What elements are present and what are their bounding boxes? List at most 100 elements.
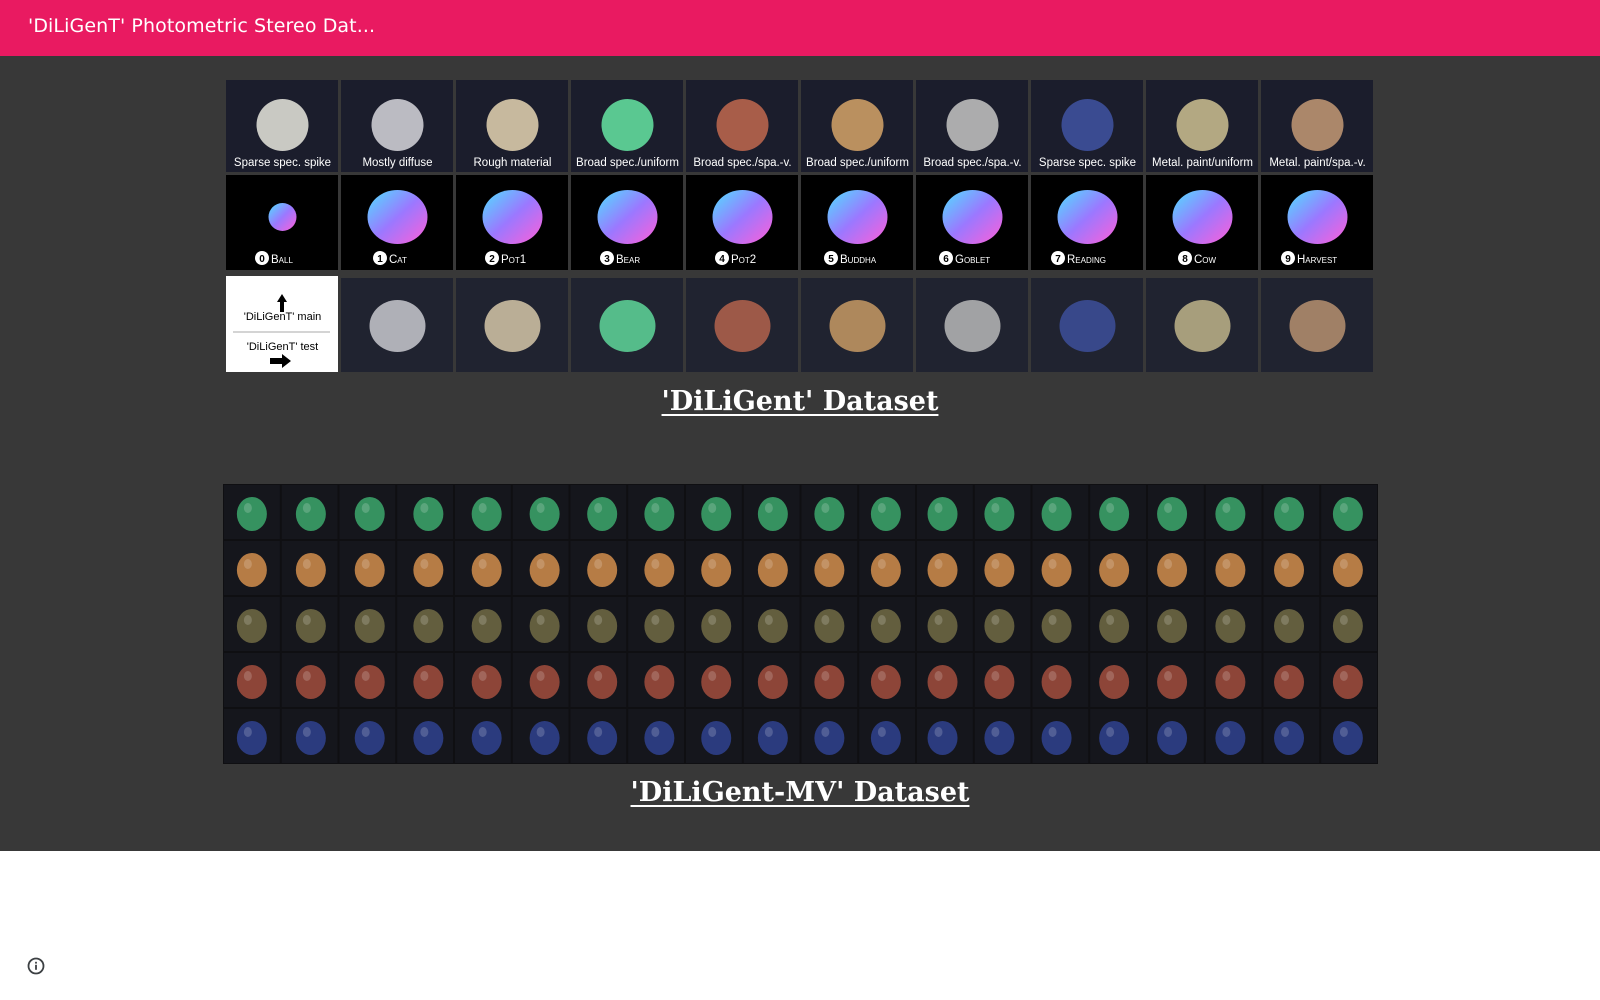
main-photo-cat: Mostly diffuse — [341, 80, 453, 172]
info-circle-icon[interactable] — [26, 956, 46, 976]
mv-view-highlight — [877, 503, 886, 513]
mv-view-object — [295, 609, 326, 643]
index-number: 9 — [1285, 254, 1291, 265]
diligent-dataset-link[interactable]: 'DiLiGent' Dataset — [662, 386, 939, 417]
mv-view-object — [1157, 497, 1188, 531]
mv-view-highlight — [478, 559, 487, 569]
mv-view-highlight — [821, 671, 830, 681]
mv-view-highlight — [708, 559, 717, 569]
mv-view-object — [236, 665, 267, 699]
mv-view-highlight — [1339, 671, 1348, 681]
diligent-dataset-image: Sparse spec. spike 0 Ball Mostly diffuse 1 Ca… — [226, 80, 1373, 372]
material-label: Broad spec./uniform — [576, 157, 679, 169]
mv-view-object — [1041, 553, 1072, 587]
mv-view-object — [984, 721, 1015, 755]
object-shape — [371, 99, 424, 151]
material-label: Rough material — [474, 157, 552, 169]
mv-view-object — [413, 553, 444, 587]
index-number: 6 — [943, 254, 949, 265]
diligent-mv-dataset-link[interactable]: 'DiLiGent-MV' Dataset — [631, 777, 970, 808]
normal-shape — [1172, 190, 1233, 244]
main-photo-ball: Sparse spec. spike — [226, 80, 338, 172]
mv-view-object — [1099, 609, 1130, 643]
mv-view-highlight — [651, 615, 660, 625]
mv-view-highlight — [302, 727, 311, 737]
mv-view-highlight — [1222, 671, 1231, 681]
mv-view-object — [757, 609, 788, 643]
object-shape — [716, 99, 769, 151]
mv-view-object — [295, 721, 326, 755]
mv-view-highlight — [1222, 727, 1231, 737]
object-shape — [484, 300, 541, 352]
material-label: Sparse spec. spike — [1039, 157, 1136, 169]
diligent-mv-dataset-image — [223, 484, 1378, 764]
object-name: Goblet — [955, 254, 990, 266]
mv-view-highlight — [934, 727, 943, 737]
mv-view-object — [471, 609, 502, 643]
mv-view-object — [984, 497, 1015, 531]
test-photo-goblet — [916, 278, 1028, 372]
main-photo-bear: Broad spec./uniform — [571, 80, 683, 172]
mv-view-object — [354, 721, 385, 755]
normal-shape — [942, 190, 1003, 244]
mv-view-object — [413, 497, 444, 531]
mv-view-highlight — [821, 559, 830, 569]
index-number: 3 — [604, 254, 610, 265]
object-shape — [599, 300, 656, 352]
mv-view-object — [236, 609, 267, 643]
index-number: 5 — [828, 254, 834, 265]
mv-view-highlight — [361, 671, 370, 681]
mv-view-object — [701, 497, 732, 531]
site-header: 'DiLiGenT' Photometric Stereo Dat... — [0, 0, 1600, 56]
normal-map-pot1: 2 Pot1 — [456, 175, 568, 270]
object-shape — [256, 99, 309, 151]
object-shape — [1289, 300, 1346, 352]
mv-view-object — [354, 665, 385, 699]
object-name: Reading — [1067, 254, 1106, 266]
mv-view-object — [927, 497, 958, 531]
mv-view-highlight — [877, 615, 886, 625]
mv-view-object — [587, 665, 618, 699]
mv-view-highlight — [594, 671, 603, 681]
mv-view-highlight — [934, 559, 943, 569]
object-name: Bear — [616, 254, 640, 266]
normal-map-cat: 1 Cat — [341, 175, 453, 270]
mv-view-object — [927, 665, 958, 699]
main-photo-reading: Sparse spec. spike — [1031, 80, 1143, 172]
mv-view-object — [529, 609, 560, 643]
mv-view-highlight — [243, 559, 252, 569]
mv-view-object — [529, 553, 560, 587]
mv-view-highlight — [708, 727, 717, 737]
mv-view-object — [984, 665, 1015, 699]
mv-view-highlight — [302, 503, 311, 513]
main-photo-goblet: Broad spec./spa.-v. — [916, 80, 1028, 172]
mv-view-highlight — [651, 559, 660, 569]
mv-view-highlight — [302, 615, 311, 625]
mv-view-object — [701, 665, 732, 699]
mv-view-highlight — [536, 615, 545, 625]
mv-view-object — [870, 497, 901, 531]
site-title[interactable]: 'DiLiGenT' Photometric Stereo Dat... — [28, 15, 375, 37]
mv-view-highlight — [420, 671, 429, 681]
mv-view-highlight — [821, 615, 830, 625]
test-photo-harvest — [1261, 278, 1373, 372]
mv-view-object — [757, 553, 788, 587]
object-name: Pot2 — [731, 254, 756, 266]
test-photo-pot2 — [686, 278, 798, 372]
mv-view-object — [757, 665, 788, 699]
mv-view-highlight — [478, 727, 487, 737]
mv-view-highlight — [934, 503, 943, 513]
mv-view-object — [236, 553, 267, 587]
mv-view-object — [587, 497, 618, 531]
mv-view-highlight — [536, 559, 545, 569]
mv-view-object — [1041, 721, 1072, 755]
object-shape — [714, 300, 771, 352]
mv-view-object — [927, 721, 958, 755]
mv-view-highlight — [1281, 503, 1290, 513]
mv-view-highlight — [764, 503, 773, 513]
object-name: Ball — [271, 254, 293, 266]
mv-view-object — [814, 609, 845, 643]
mv-view-highlight — [1048, 671, 1057, 681]
mv-view-object — [1332, 553, 1363, 587]
mv-view-highlight — [1164, 671, 1173, 681]
